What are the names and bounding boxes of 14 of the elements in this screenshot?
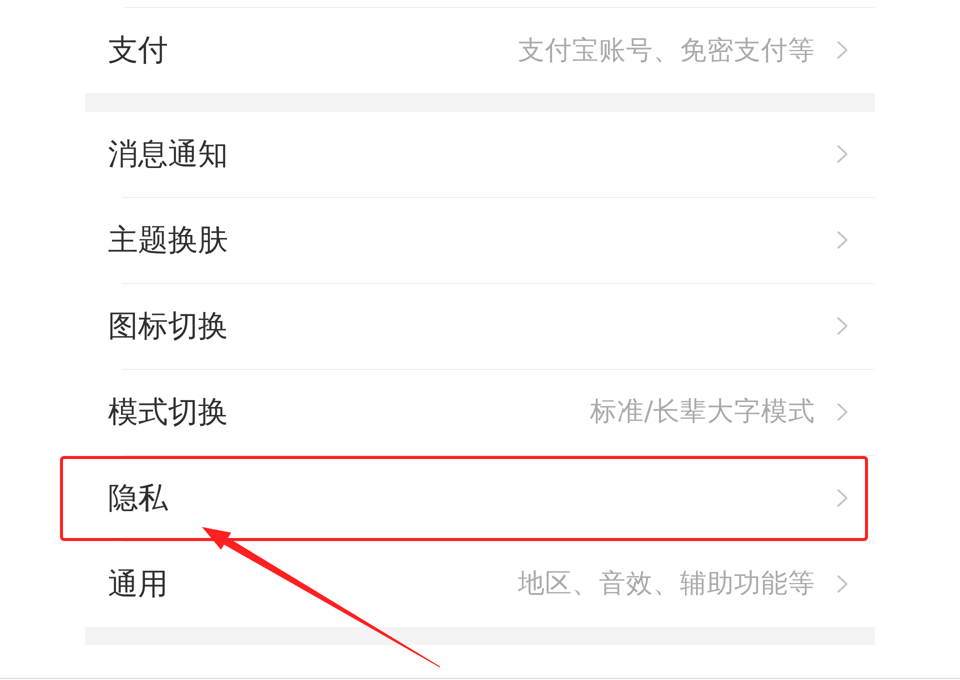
settings-row[interactable]: 隐私 (60, 456, 868, 540)
chevron-icon (837, 489, 848, 507)
settings-row[interactable]: 消息通知 (60, 112, 868, 196)
settings-row[interactable]: 模式切换 标准/长辈大字模式 (60, 370, 868, 454)
settings-row[interactable]: 通用 地区、音效、辅助功能等 (60, 542, 868, 626)
chevron-icon (837, 145, 848, 163)
settings-row[interactable]: 图标切换 (60, 284, 868, 368)
chevron-icon (837, 402, 848, 421)
settings-row[interactable]: 主题换肤 (60, 198, 868, 282)
chevron-icon (837, 231, 848, 249)
chevron-icon (837, 317, 848, 335)
chevron-icon (837, 574, 848, 593)
chevron-icon (837, 41, 848, 60)
settings-row[interactable]: 支付 支付宝账号、免密支付等 (60, 8, 868, 93)
